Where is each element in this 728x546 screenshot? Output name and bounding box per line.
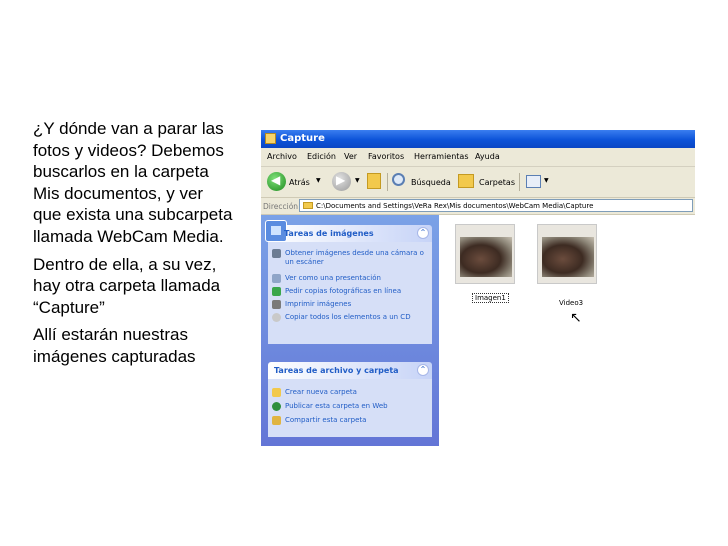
menu-archivo[interactable]: Archivo [267,152,297,161]
forward-button[interactable]: ▶ [332,172,351,191]
slide-paragraph-2: Dentro de ella, a su vez, hay otra carpe… [33,254,221,317]
image-tasks-title: Tareas de imágenes [284,229,374,238]
title-bar[interactable]: Capture [261,130,695,148]
menu-edicion[interactable]: Edición [307,152,336,161]
file-tasks-header[interactable]: Tareas de archivo y carpeta ⌃ [268,362,432,379]
task-label: Obtener imágenes desde una cámara o un e… [285,249,424,266]
arrow-right-icon: ▶ [336,173,346,187]
folders-icon[interactable] [458,174,474,188]
task-label: Crear nueva carpeta [285,388,357,396]
search-button[interactable]: Búsqueda [411,178,451,187]
folder-icon [303,202,313,209]
menu-bar: Archivo Edición Ver Favoritos Herramient… [261,148,695,167]
task-label: Copiar todos los elementos a un CD [285,313,411,321]
task-label: Publicar esta carpeta en Web [285,402,388,410]
camera-icon [272,249,281,258]
folders-button[interactable]: Carpetas [479,178,515,187]
task-pane: Tareas de imágenes ⌃ Obtener imágenes de… [261,215,439,446]
menu-favoritos[interactable]: Favoritos [368,152,404,161]
folder-up-icon[interactable] [367,173,381,189]
back-label[interactable]: Atrás [289,178,310,187]
mouse-cursor-icon: ↖ [570,310,582,326]
menu-ayuda[interactable]: Ayuda [475,152,500,161]
address-label: Dirección [263,202,299,211]
share-folder-icon [272,416,281,425]
folder-icon [265,133,276,144]
toolbar-separator [519,173,520,191]
file-tasks-title: Tareas de archivo y carpeta [274,366,399,375]
image-tasks-body: Obtener imágenes desde una cámara o un e… [268,242,432,344]
toolbar-separator [387,173,388,191]
task-label: Imprimir imágenes [285,300,352,308]
task-label: Ver como una presentación [285,274,381,282]
slideshow-icon [272,274,281,283]
chevron-down-icon[interactable]: ▼ [544,177,549,184]
collapse-icon[interactable]: ⌃ [417,364,429,376]
back-button[interactable]: ◀ [267,172,286,191]
search-icon[interactable] [392,173,405,186]
video-thumbnail [542,237,594,277]
file-label-imagen1[interactable]: Imagen1 [472,293,509,303]
chevron-down-icon[interactable]: ▼ [355,177,360,184]
printer-icon [272,300,281,309]
cd-icon [272,313,281,322]
task-label: Pedir copias fotográficas en línea [285,287,402,295]
slide-paragraph-1: ¿Y dónde van a parar las fotos y videos?… [33,119,233,246]
menu-herramientas[interactable]: Herramientas [414,152,469,161]
address-bar: Dirección C:\Documents and Settings\VeRa… [261,198,695,215]
views-icon[interactable] [526,175,541,188]
menu-ver[interactable]: Ver [344,152,357,161]
prints-icon [272,287,281,296]
window-title: Capture [280,133,325,144]
collapse-icon[interactable]: ⌃ [417,227,429,239]
arrow-left-icon: ◀ [271,173,281,187]
file-tasks-body: Crear nueva carpeta Publicar esta carpet… [268,379,432,437]
task-label: Compartir esta carpeta [285,416,367,424]
file-label-video3[interactable]: Video3 [559,299,583,307]
address-path: C:\Documents and Settings\VeRa Rex\Mis d… [316,202,594,210]
photo-thumbnail [460,237,512,277]
chevron-down-icon[interactable]: ▼ [316,177,321,184]
slide-text: ¿Y dónde van a parar las fotos y videos?… [33,118,233,374]
toolbar: ◀ Atrás ▼ ▶ ▼ Búsqueda Carpetas ▼ [261,167,695,198]
explorer-window: Capture Archivo Edición Ver Favoritos He… [261,130,695,446]
slide-paragraph-3: Allí estarán nuestras imágenes capturada… [33,325,196,366]
file-thumbnail-imagen1[interactable] [455,224,515,284]
file-thumbnail-video3[interactable] [537,224,597,284]
address-field[interactable]: C:\Documents and Settings\VeRa Rex\Mis d… [299,199,693,212]
image-tasks-header[interactable]: Tareas de imágenes ⌃ [265,220,432,242]
file-view: Imagen1 Video3 ↖ [439,215,695,446]
globe-icon [272,402,281,411]
new-folder-icon [272,388,281,397]
